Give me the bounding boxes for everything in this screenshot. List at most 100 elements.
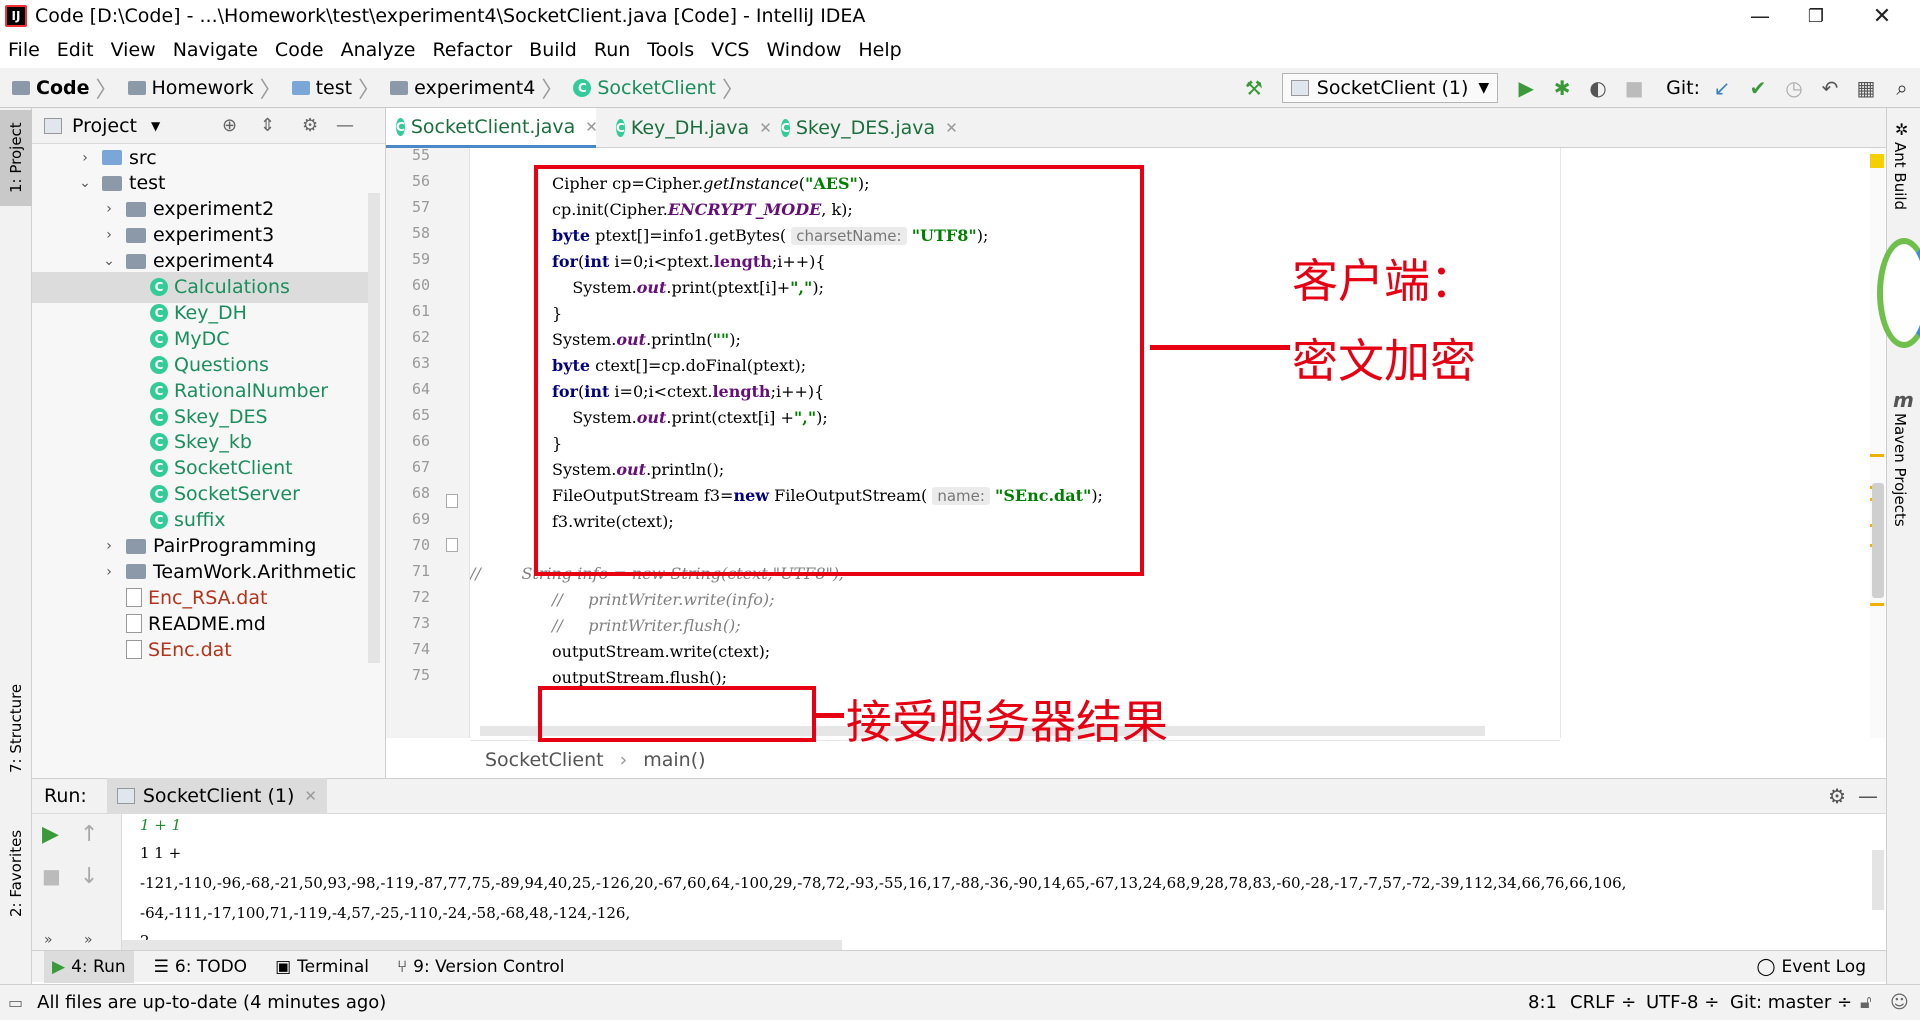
gear-icon[interactable]: ⚙ <box>1828 784 1846 808</box>
stop-icon[interactable]: ■ <box>1620 74 1648 102</box>
tab-terminal-tool[interactable]: ▣ Terminal <box>267 951 377 983</box>
vcs-commit-icon[interactable]: ✔ <box>1744 74 1772 102</box>
editor-scrollbar[interactable] <box>1870 148 1886 738</box>
line-number: 64 <box>411 380 430 398</box>
class-icon: C <box>150 511 168 530</box>
menu-window[interactable]: Window <box>766 39 841 61</box>
scroll-up-icon[interactable]: ↑ <box>80 822 98 847</box>
hide-panel-icon[interactable]: — <box>336 115 354 136</box>
menu-code[interactable]: Code <box>275 39 324 61</box>
tab-ant-build[interactable]: Ant Build <box>1891 142 1909 210</box>
line-number: 60 <box>411 276 430 294</box>
breadcrumb-method[interactable]: main() <box>643 749 705 771</box>
git-branch-select[interactable]: Git: master ÷ <box>1730 992 1852 1013</box>
event-log-button[interactable]: ◯ Event Log <box>1749 951 1875 983</box>
more-icon[interactable]: » <box>84 932 93 948</box>
chevron-right-icon[interactable]: › <box>100 538 118 554</box>
close-tab-icon[interactable]: ✕ <box>945 119 958 137</box>
chevron-right-icon[interactable]: › <box>100 227 118 243</box>
vcs-update-icon[interactable]: ↙ <box>1708 74 1736 102</box>
menu-run[interactable]: Run <box>594 39 630 61</box>
caret-position[interactable]: 8:1 <box>1528 992 1557 1013</box>
run-configuration-select[interactable]: SocketClient (1) ▼ <box>1281 73 1499 103</box>
tab-version-control-tool[interactable]: ⑂ 9: Version Control <box>389 951 573 983</box>
chevron-down-icon[interactable]: ⌄ <box>100 253 118 269</box>
menu-tools[interactable]: Tools <box>647 39 694 61</box>
rerun-icon[interactable]: ▶ <box>42 822 59 847</box>
menu-help[interactable]: Help <box>858 39 901 61</box>
run-tab-socketclient[interactable]: SocketClient (1) ✕ <box>106 778 327 814</box>
chevron-right-icon[interactable]: › <box>100 564 118 580</box>
search-icon[interactable]: ⌕ <box>1888 74 1916 102</box>
breadcrumb-experiment4[interactable]: experiment4 〉 <box>390 72 569 104</box>
gear-icon[interactable]: ⚙ <box>302 115 318 136</box>
annotation-line <box>816 713 844 718</box>
tab-skey-des-java[interactable]: C Skey_DES.java ✕ <box>771 108 958 148</box>
debug-icon[interactable]: ✱ <box>1548 74 1576 102</box>
menu-refactor[interactable]: Refactor <box>432 39 512 61</box>
encoding-select[interactable]: UTF-8 ÷ <box>1646 992 1719 1013</box>
tab-label: 4: Run <box>71 956 126 977</box>
tree-item-label: experiment2 <box>153 198 275 221</box>
menu-view[interactable]: View <box>111 39 156 61</box>
tab-key-dh-java[interactable]: C Key_DH.java ✕ <box>606 108 772 148</box>
tab-todo-tool[interactable]: ☰ 6: TODO <box>146 951 255 983</box>
tab-structure-tool[interactable]: 7: Structure <box>0 668 32 788</box>
scroll-down-icon[interactable]: ↓ <box>80 864 98 889</box>
menu-navigate[interactable]: Navigate <box>173 39 258 61</box>
warning-marker-icon[interactable] <box>1870 154 1884 168</box>
project-structure-icon[interactable]: ▦ <box>1852 74 1880 102</box>
menu-analyze[interactable]: Analyze <box>341 39 416 61</box>
stop-icon[interactable]: ■ <box>42 864 61 888</box>
project-view-select[interactable]: Project <box>72 115 137 137</box>
panel-toggle-icon[interactable]: ▭ <box>8 993 23 1012</box>
tab-favorites-tool[interactable]: 2: Favorites <box>0 818 32 928</box>
hide-panel-icon[interactable]: — <box>1858 784 1878 808</box>
tree-scrollbar[interactable] <box>368 193 380 663</box>
chevron-down-icon[interactable]: ⌄ <box>76 175 94 191</box>
config-icon <box>1290 80 1309 96</box>
breadcrumb-code[interactable]: Code 〉 <box>12 72 124 104</box>
breadcrumb-class[interactable]: SocketClient <box>485 749 604 771</box>
more-icon[interactable]: » <box>44 932 53 948</box>
line-separator-select[interactable]: CRLF ÷ <box>1570 992 1636 1013</box>
tab-run-tool[interactable]: ▶ 4: Run <box>44 950 134 983</box>
project-view-icon <box>44 117 62 134</box>
menu-file[interactable]: File <box>8 39 40 61</box>
chevron-right-icon[interactable]: › <box>76 150 94 166</box>
console-vscrollbar[interactable] <box>1872 850 1884 910</box>
console-hscrollbar[interactable] <box>122 940 842 950</box>
menu-vcs[interactable]: VCS <box>711 39 749 61</box>
chevron-down-icon[interactable]: ▼ <box>151 119 160 133</box>
breadcrumb-test[interactable]: test 〉 <box>291 72 387 104</box>
close-button[interactable]: ✕ <box>1854 0 1910 32</box>
scroll-thumb[interactable] <box>1872 483 1884 598</box>
breadcrumb-socketclient[interactable]: C SocketClient 〉 <box>573 72 750 104</box>
vcs-history-icon[interactable]: ◷ <box>1780 74 1808 102</box>
close-tab-icon[interactable]: ✕ <box>585 118 598 136</box>
tab-project-tool[interactable]: 1: Project <box>0 110 32 206</box>
run-icon[interactable]: ▶ <box>1512 74 1540 102</box>
build-hammer-icon[interactable]: ⚒ <box>1240 74 1268 102</box>
undo-icon[interactable]: ↶ <box>1816 74 1844 102</box>
restore-button[interactable]: ❐ <box>1788 0 1844 32</box>
locate-icon[interactable]: ⊕ <box>222 115 237 136</box>
close-tab-icon[interactable]: ✕ <box>759 119 772 137</box>
inspector-icon[interactable]: ☺ <box>1890 992 1909 1013</box>
fold-marker-icon[interactable] <box>446 494 458 508</box>
close-tab-icon[interactable]: ✕ <box>304 787 317 805</box>
chevron-right-icon[interactable]: › <box>100 201 118 217</box>
minimize-button[interactable]: — <box>1732 0 1788 32</box>
tree-item-senc-dat[interactable]: SEnc.dat <box>32 634 368 665</box>
menu-build[interactable]: Build <box>529 39 577 61</box>
breadcrumb-homework[interactable]: Homework 〉 <box>127 72 288 104</box>
menu-edit[interactable]: Edit <box>57 39 94 61</box>
tab-socketclient-java[interactable]: C SocketClient.java ✕ <box>386 108 598 148</box>
lock-icon[interactable]: 🔓︎ <box>1860 992 1872 1013</box>
run-console[interactable]: 1 + 1 1 1 + -121,-110,-96,-68,-21,50,93,… <box>122 814 1886 950</box>
tab-maven-projects[interactable]: Maven Projects <box>1891 413 1909 527</box>
line-number: 55 <box>411 146 430 164</box>
fold-marker-icon[interactable] <box>446 538 458 552</box>
coverage-icon[interactable]: ◐ <box>1584 74 1612 102</box>
collapse-all-icon[interactable]: ⇕ <box>260 115 275 136</box>
